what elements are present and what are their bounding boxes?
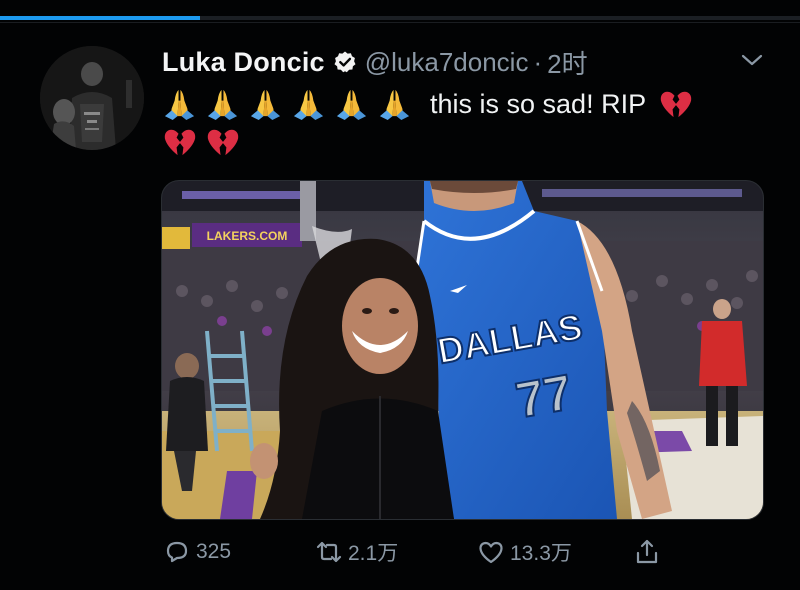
like-button[interactable]: 13.3万 (476, 532, 572, 572)
top-progress-fill (0, 16, 200, 20)
tweet-photo[interactable]: LAKERS.COM DALLAS 77 (161, 180, 764, 520)
like-count: 13.3万 (510, 542, 572, 565)
verified-badge-icon (333, 50, 357, 74)
retweet-count: 2.1万 (348, 542, 399, 565)
avatar-image (40, 46, 144, 150)
chevron-down-icon[interactable] (738, 48, 766, 72)
reply-icon (166, 541, 188, 563)
top-divider (0, 22, 800, 23)
retweet-button[interactable]: 2.1万 (314, 532, 398, 572)
tweet-screen: Luka Doncic @luka7doncic · 2时 this is so… (0, 0, 800, 590)
broken-heart-emoji-1-icon (162, 125, 197, 160)
reply-button[interactable]: 325 (162, 532, 231, 572)
broken-heart-emoji-row (162, 125, 248, 160)
share-icon (636, 539, 658, 564)
reply-count: 325 (196, 540, 232, 563)
top-progress-bar (0, 16, 800, 20)
jersey-number: 77 (512, 364, 577, 429)
tweet-header: Luka Doncic @luka7doncic · 2时 (162, 44, 588, 80)
timestamp[interactable]: 2时 (547, 44, 587, 81)
arena-sign-text: LAKERS.COM (207, 229, 288, 243)
avatar[interactable] (40, 46, 144, 150)
photo-image: LAKERS.COM DALLAS 77 (162, 181, 763, 519)
folded-hands-emoji-2-icon (205, 87, 240, 122)
folded-hands-emoji-4-icon (291, 87, 326, 122)
folded-hands-emoji-5-icon (334, 87, 369, 122)
share-button[interactable] (632, 532, 666, 572)
heart-icon (479, 541, 503, 564)
prayer-emoji-row (162, 87, 420, 122)
display-name[interactable]: Luka Doncic (162, 47, 325, 78)
tweet-actions: 325 2.1万 13.3万 (162, 532, 682, 572)
user-handle[interactable]: @luka7doncic (365, 47, 529, 78)
folded-hands-emoji-3-icon (248, 87, 283, 122)
broken-heart-emoji-2-icon (205, 125, 240, 160)
folded-hands-emoji-1-icon (162, 87, 197, 122)
separator-dot: · (533, 46, 543, 77)
tweet-text-line-1: this is so sad! RIP (162, 84, 701, 124)
retweet-icon (316, 541, 342, 563)
broken-heart-emoji-icon (658, 87, 693, 122)
tweet-text: this is so sad! RIP (430, 88, 647, 119)
folded-hands-emoji-6-icon (377, 87, 412, 122)
tweet-text-line-2 (162, 124, 248, 160)
